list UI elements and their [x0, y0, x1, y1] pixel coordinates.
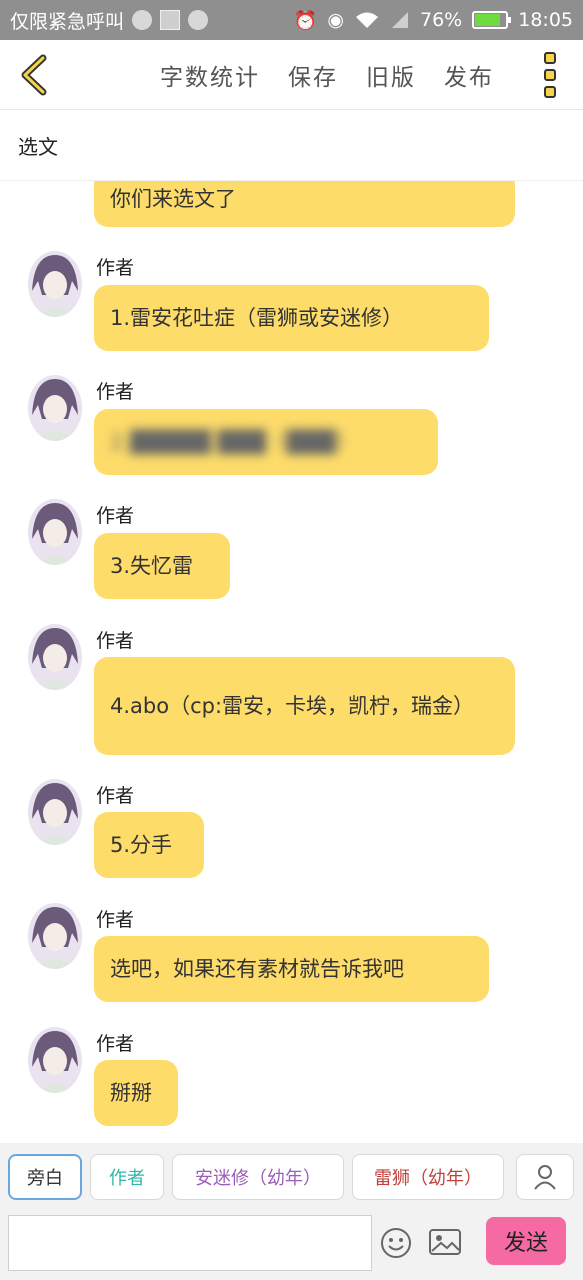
- word-count-button[interactable]: 字数统计: [160, 58, 260, 92]
- input-bar: 发送: [0, 1211, 583, 1280]
- smile-icon: [381, 1228, 411, 1258]
- sender-name: 作者: [96, 909, 135, 931]
- notification-icon: [160, 10, 181, 30]
- sender-name: 作者: [96, 1033, 135, 1055]
- role-tab-anmixiu[interactable]: 安迷修（幼年）: [172, 1154, 344, 1200]
- person-icon: [534, 1165, 556, 1190]
- clock: 18:05: [518, 9, 573, 31]
- toolbar: 字数统计 保存 旧版 发布: [0, 40, 583, 110]
- alarm-icon: ⏰: [293, 9, 318, 32]
- chapter-title[interactable]: 选文: [0, 111, 583, 181]
- chapter-title-text: 选文: [18, 135, 58, 159]
- message-bubble[interactable]: 5.分手: [94, 812, 204, 878]
- role-tab-leishi[interactable]: 雷狮（幼年）: [352, 1154, 504, 1200]
- message-bubble[interactable]: 4.abo（cp:雷安，卡埃，凯柠，瑞金）: [94, 657, 515, 755]
- message-bubble[interactable]: 选吧，如果还有素材就告诉我吧: [94, 936, 489, 1002]
- sender-name: 作者: [96, 785, 135, 807]
- sender-name: 作者: [96, 381, 135, 403]
- avatar[interactable]: [28, 779, 82, 845]
- message-bubble[interactable]: 3.失忆雷: [94, 533, 230, 599]
- chevron-left-icon: [21, 54, 47, 96]
- more-vertical-icon[interactable]: [537, 52, 563, 98]
- back-button[interactable]: [12, 52, 56, 98]
- avatar[interactable]: [28, 624, 82, 690]
- message-bubble[interactable]: 2.█████ ███（███）: [94, 409, 438, 475]
- notification-icon: [132, 10, 153, 30]
- role-selector: 旁白 作者 安迷修（幼年） 雷狮（幼年）: [0, 1143, 583, 1211]
- battery-icon: [472, 11, 512, 29]
- signal-icon: [392, 12, 408, 28]
- message-input[interactable]: [8, 1215, 372, 1271]
- chat-area[interactable]: 你们来选文了 作者 1.雷安花吐症（雷狮或安迷修） 作者 2.█████ ███…: [0, 181, 583, 1143]
- save-button[interactable]: 保存: [288, 58, 338, 92]
- send-button[interactable]: 发送: [486, 1217, 566, 1265]
- publish-button[interactable]: 发布: [444, 58, 494, 92]
- add-role-button[interactable]: [516, 1154, 574, 1200]
- status-bar: 仅限紧急呼叫 ⏰ ◉ 76% 18:05: [0, 0, 583, 40]
- avatar[interactable]: [28, 499, 82, 565]
- message-bubble[interactable]: 你们来选文了: [94, 181, 515, 227]
- carrier-label: 仅限紧急呼叫: [10, 10, 125, 33]
- avatar[interactable]: [28, 1027, 82, 1093]
- avatar[interactable]: [28, 903, 82, 969]
- role-tab-narrator[interactable]: 旁白: [8, 1154, 82, 1200]
- emoji-button[interactable]: [380, 1227, 412, 1259]
- avatar[interactable]: [28, 375, 82, 441]
- eye-icon: ◉: [327, 9, 344, 31]
- sender-name: 作者: [96, 505, 135, 527]
- battery-percent: 76%: [420, 9, 463, 31]
- sender-name: 作者: [96, 257, 135, 279]
- old-version-button[interactable]: 旧版: [366, 58, 416, 92]
- avatar[interactable]: [28, 251, 82, 317]
- image-icon: [429, 1229, 461, 1255]
- message-bubble[interactable]: 1.雷安花吐症（雷狮或安迷修）: [94, 285, 489, 351]
- message-bubble[interactable]: 掰掰: [94, 1060, 178, 1126]
- role-tab-author[interactable]: 作者: [90, 1154, 164, 1200]
- wifi-icon: [356, 12, 378, 28]
- notification-icon: [188, 10, 209, 30]
- sender-name: 作者: [96, 630, 135, 652]
- image-button[interactable]: [428, 1227, 462, 1257]
